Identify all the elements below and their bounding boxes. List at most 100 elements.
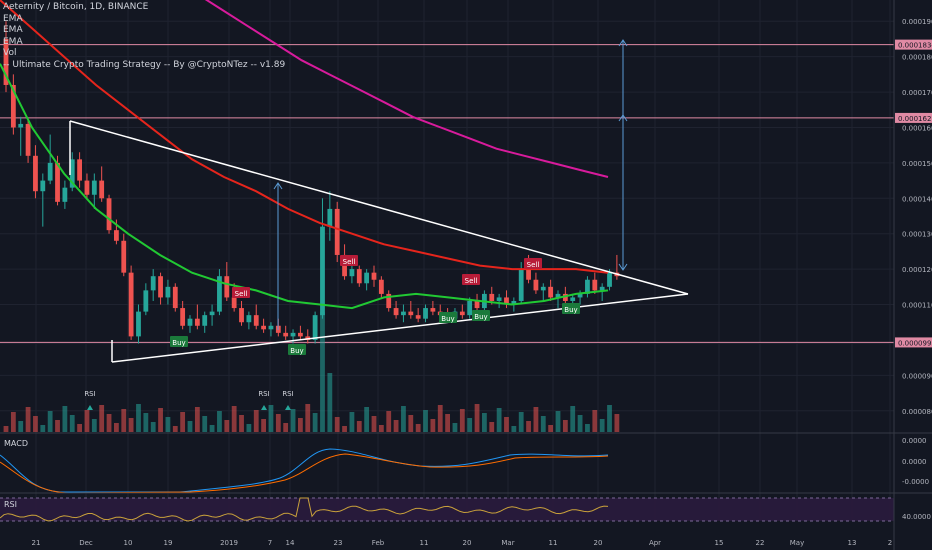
volume-bar [106,414,112,432]
volume-bar [33,416,38,432]
macd-label: MACD [4,439,28,448]
x-tick-label: 21 [32,539,41,547]
candle-body [239,308,244,323]
rsi-signal-arrow [87,405,93,410]
candle-body [401,311,406,316]
candle-body [474,300,480,309]
price-tick-label: 0.0001100 [902,302,932,310]
volume-bar [69,415,75,432]
candle-body [224,276,230,298]
volume-bar [482,413,487,432]
price-tick-label: 0.0001300 [902,231,932,239]
volume-bar [408,415,414,432]
rsi-signal-label: RSI [84,390,95,398]
candle-body [327,208,333,227]
legend-title: Aeternity / Bitcoin, 1D, BINANCE [3,2,149,12]
volume-bar [3,426,9,432]
volume-bar [305,404,311,432]
candle-body [415,315,421,319]
price-tick-label: 0.0001400 [902,195,932,203]
volume-bar [356,421,362,432]
level-badge-label: 0.0001627 [898,115,932,123]
price-tick-label: 0.0001900 [902,18,932,26]
x-tick-label: Mar [501,539,514,547]
candle-body [180,308,186,326]
volume-bar [415,424,421,432]
volume-bar [489,422,495,432]
volume-bar [599,419,605,432]
volume-bar [209,425,215,432]
candle-body [47,162,53,181]
price-tick-label: 0.0001700 [902,89,932,97]
volume-bar [55,420,60,432]
volume-bar [25,407,31,432]
volume-bar [334,417,340,432]
volume-bar [298,418,303,432]
rsi-signal-arrow [261,405,267,410]
candle-body [261,325,266,330]
x-tick-label: 15 [715,539,724,547]
candle-body [40,180,46,192]
volume-bar [349,412,355,432]
volume-bar [496,408,502,432]
macd-signal-line [0,453,609,494]
volume-bar [202,416,208,432]
candle-body [393,308,399,316]
volume-bar [40,425,46,432]
candle-body [526,269,531,280]
volume-bar [437,405,443,432]
candle-body [136,311,141,337]
x-tick-label: Feb [372,539,385,547]
legend-ema-1: EMA [3,13,23,24]
x-tick-label: 11 [420,539,429,547]
candle-body [423,308,428,319]
candle-body [356,269,362,284]
grid [0,0,894,520]
candle-body [268,325,274,330]
candle-body [187,318,193,326]
price-tick-label: 0.0000800 [902,408,932,416]
candle-body [150,276,156,291]
volume-bar [187,421,193,432]
candle-body [172,286,178,309]
candle-body [33,155,38,192]
triangle-upper-line [69,120,689,295]
candle-body [62,187,68,202]
buy-signal-label: Buy [564,306,577,314]
volume-bar [165,417,171,432]
rsi-signal-label: RSI [258,390,269,398]
candle-body [253,315,259,326]
volume-bar [128,418,134,432]
volume-bar [555,411,561,432]
x-tick-label: 23 [334,539,343,547]
candle-body [246,315,252,323]
legend-strategy: -- Ultimate Crypto Trading Strategy -- B… [3,59,286,70]
x-tick-label: 10 [124,539,133,547]
candle-body [459,311,465,316]
candle-body [91,180,97,195]
volume-bar [10,412,16,432]
volume-bar [327,373,333,432]
price-tick-label: 0.0001200 [902,266,932,274]
candle-body [570,297,576,301]
x-tick-label: Apr [649,539,661,547]
candle-body [128,272,134,337]
candle-body [99,180,105,199]
x-tick-label: 2019 [220,539,238,547]
candle-body [231,297,237,309]
volume-bar [84,410,90,432]
volume-bar [268,405,274,432]
candle-body [283,332,289,337]
volume-bar [253,410,259,432]
volume-bar [143,413,149,432]
volume-bar [312,413,318,432]
candle-body [378,279,384,294]
volume-bar [474,404,480,432]
volume-bar [194,407,200,432]
candle-body [55,162,60,202]
candle-body [334,208,340,255]
volume-bar [570,406,576,432]
volume-bar [62,406,68,432]
volume-bar [518,412,524,432]
volume-bar [261,419,266,432]
